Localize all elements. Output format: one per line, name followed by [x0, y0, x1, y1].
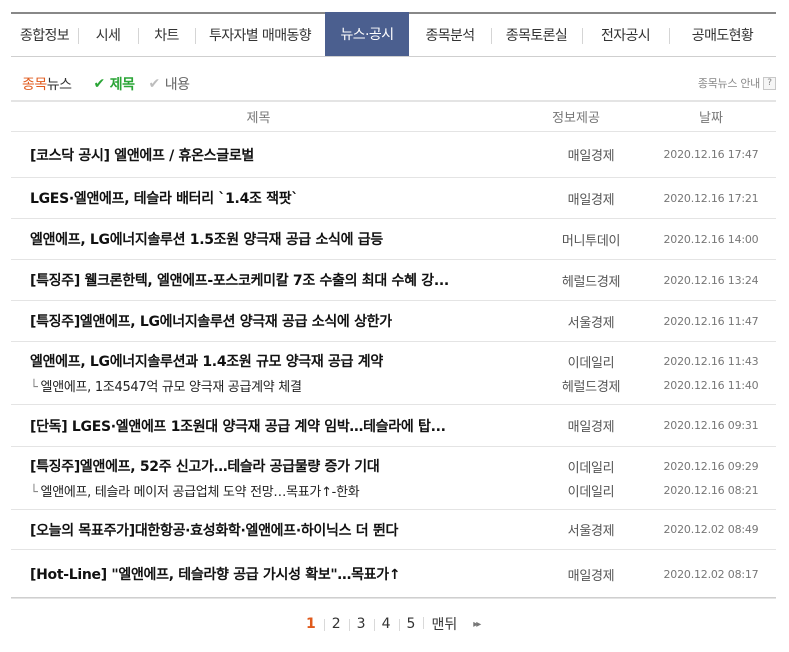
page-links: 1 2 3 4 5 맨뒤 ▸▸ [298, 614, 487, 634]
related-news-row: └ 엘앤에프, 테슬라 메이저 공급업체 도약 전망…목표가↑-한화 이데일리 202… [11, 478, 776, 502]
news-item-group: [특징주]엘앤에프, 52주 신고가…테슬라 공급물량 증가 기대 이데일리 202… [11, 447, 776, 510]
section-title: 종목뉴스 [22, 77, 72, 93]
news-date: 2020.12.16 08:21 [663, 483, 759, 497]
news-source: 이데일리 [567, 484, 615, 500]
news-item-group: [Hot-Line] "엘앤에프, 테슬라향 공급 가시성 확보"…목표가↑ 매일… [11, 550, 776, 599]
tab-6[interactable]: 종목토론실 [491, 14, 582, 56]
news-source: 헤럴드경제 [561, 379, 621, 395]
news-item-group: [오늘의 목표주가]대한항공·효성화학·엘앤에프·하이닉스 더 뛴다 서울경제 20… [11, 510, 776, 550]
tab-7[interactable]: 전자공시 [582, 14, 669, 56]
news-item-group: 엘앤에프, LG에너지솔루션과 1.4조원 규모 양극재 공급 계약 이데일리 20… [11, 342, 776, 405]
news-source: 이데일리 [567, 460, 615, 476]
news-item-group: [코스닥 공시] 엘앤에프 / 휴온스글로벌 매일경제 2020.12.16 17:… [11, 132, 776, 178]
news-date: 2020.12.16 09:31 [663, 419, 759, 432]
tab-0[interactable]: 종합정보 [11, 14, 78, 56]
news-date: 2020.12.16 09:29 [663, 459, 759, 473]
news-source: 머니투데이 [561, 233, 621, 249]
table-row: LGES·엘앤에프, 테슬라 배터리 `1.4조 잭팟` 매일경제 2020.12.… [11, 186, 776, 210]
header-source: 정보제공 [552, 111, 600, 126]
news-title-link[interactable]: └ 엘앤에프, 테슬라 메이저 공급업체 도약 전망…목표가↑-한화 [11, 481, 506, 500]
table-row: [특징주]엘앤에프, LG에너지솔루션 양극재 공급 소식에 상한가 서울경제 20… [11, 309, 776, 333]
news-source: 서울경제 [567, 315, 615, 331]
filter-option-title[interactable]: ✔ 제목 [94, 74, 135, 94]
table-body: [코스닥 공시] 엘앤에프 / 휴온스글로벌 매일경제 2020.12.16 17:… [11, 132, 776, 599]
news-title-link[interactable]: 엘앤에프, LG에너지솔루션 1.5조원 양극재 공급 소식에 급등 [11, 229, 506, 249]
table-row: 엘앤에프, LG에너지솔루션 1.5조원 양극재 공급 소식에 급등 머니투데이 2… [11, 227, 776, 251]
news-title-link[interactable]: [코스닥 공시] 엘앤에프 / 휴온스글로벌 [11, 145, 506, 165]
page-link-1[interactable]: 1 [298, 616, 324, 632]
filter-option-content[interactable]: ✔ 내용 [149, 74, 190, 94]
news-date: 2020.12.16 14:00 [663, 232, 759, 246]
pagination: 1 2 3 4 5 맨뒤 ▸▸ [11, 597, 776, 652]
news-title-link[interactable]: [Hot-Line] "엘앤에프, 테슬라향 공급 가시성 확보"…목표가↑ [11, 564, 506, 584]
last-page-link[interactable]: 맨뒤 [423, 614, 465, 634]
table-row: [Hot-Line] "엘앤에프, 테슬라향 공급 가시성 확보"…목표가↑ 매일… [11, 562, 776, 586]
page-link-2[interactable]: 2 [323, 616, 349, 632]
news-date: 2020.12.02 08:17 [663, 567, 759, 581]
news-date: 2020.12.02 08:49 [663, 523, 759, 536]
news-title-link[interactable]: [특징주] 웰크론한텍, 엘앤에프-포스코케미칼 7조 수출의 최대 수혜 강.… [11, 270, 506, 290]
header-title: 제목 [246, 111, 271, 126]
news-item-group: LGES·엘앤에프, 테슬라 배터리 `1.4조 잭팟` 매일경제 2020.12.… [11, 178, 776, 219]
tab-bar: 종합정보 시세 차트 투자자별 매매동향 뉴스·공시 종목분석 종목토론실 전자공시 공매도현황 [11, 12, 776, 57]
tree-branch-icon: └ [30, 379, 38, 395]
header-date: 날짜 [699, 111, 723, 126]
page-link-4[interactable]: 4 [373, 616, 399, 632]
news-title-link[interactable]: [특징주]엘앤에프, 52주 신고가…테슬라 공급물량 증가 기대 [11, 456, 506, 476]
table-row: [코스닥 공시] 엘앤에프 / 휴온스글로벌 매일경제 2020.12.16 17:… [11, 143, 776, 167]
news-title-link[interactable]: └ 엘앤에프, 1조4547억 규모 양극재 공급계약 체결 [11, 376, 506, 395]
news-title-link[interactable]: [오늘의 목표주가]대한항공·효성화학·엘앤에프·하이닉스 더 뛴다 [11, 520, 506, 540]
news-date: 2020.12.16 11:47 [663, 314, 759, 328]
news-date: 2020.12.16 13:24 [663, 273, 759, 287]
table-row: [단독] LGES·엘앤에프 1조원대 양극재 공급 계약 임박…테슬라에 탑.… [11, 414, 776, 438]
tab-3[interactable]: 투자자별 매매동향 [195, 14, 325, 56]
double-chevron-right-icon[interactable]: ▸▸ [465, 619, 487, 630]
news-source: 매일경제 [567, 149, 615, 164]
table-row: [특징주]엘앤에프, 52주 신고가…테슬라 공급물량 증가 기대 이데일리 202… [11, 454, 776, 478]
news-item-group: [특징주] 웰크론한텍, 엘앤에프-포스코케미칼 7조 수출의 최대 수혜 강.… [11, 260, 776, 301]
news-date: 2020.12.16 17:21 [663, 191, 759, 205]
table-row: [특징주] 웰크론한텍, 엘앤에프-포스코케미칼 7조 수출의 최대 수혜 강.… [11, 268, 776, 292]
tab-2[interactable]: 차트 [138, 14, 195, 56]
news-source: 서울경제 [567, 524, 615, 539]
table-row: [오늘의 목표주가]대한항공·효성화학·엘앤에프·하이닉스 더 뛴다 서울경제 20… [11, 518, 776, 542]
help-icon: ? [763, 76, 776, 90]
news-title-link[interactable]: LGES·엘앤에프, 테슬라 배터리 `1.4조 잭팟` [11, 188, 506, 208]
news-guide-link[interactable]: 종목뉴스 안내? [698, 75, 776, 91]
news-date: 2020.12.16 17:47 [663, 148, 759, 161]
news-source: 이데일리 [567, 355, 615, 371]
news-title-link[interactable]: [단독] LGES·엘앤에프 1조원대 양극재 공급 계약 임박…테슬라에 탑.… [11, 416, 506, 436]
tab-5[interactable]: 종목분석 [409, 14, 491, 56]
news-table: 제목 정보제공 날짜 [코스닥 공시] 엘앤에프 / 휴온스글로벌 매일경제 202… [11, 100, 776, 599]
page-link-3[interactable]: 3 [348, 616, 374, 632]
check-icon: ✔ [148, 76, 161, 92]
news-item-group: [단독] LGES·엘앤에프 1조원대 양극재 공급 계약 임박…테슬라에 탑.… [11, 405, 776, 447]
news-title-link[interactable]: 엘앤에프, LG에너지솔루션과 1.4조원 규모 양극재 공급 계약 [11, 351, 506, 371]
news-source: 매일경제 [567, 568, 615, 584]
news-item-group: [특징주]엘앤에프, LG에너지솔루션 양극재 공급 소식에 상한가 서울경제 20… [11, 301, 776, 342]
tab-8[interactable]: 공매도현황 [669, 14, 776, 56]
news-source: 헤럴드경제 [561, 274, 621, 290]
news-source: 매일경제 [567, 420, 615, 435]
related-news-row: └ 엘앤에프, 1조4547억 규모 양극재 공급계약 체결 헤럴드경제 2020.1… [11, 373, 776, 397]
tab-4[interactable]: 뉴스·공시 [325, 12, 409, 56]
news-date: 2020.12.16 11:43 [663, 354, 759, 368]
news-item-group: 엘앤에프, LG에너지솔루션 1.5조원 양극재 공급 소식에 급등 머니투데이 2… [11, 219, 776, 260]
table-header: 제목 정보제공 날짜 [11, 100, 776, 132]
tab-1[interactable]: 시세 [78, 14, 138, 56]
tree-branch-icon: └ [30, 484, 38, 500]
check-icon: ✔ [93, 76, 106, 92]
news-title-link[interactable]: [특징주]엘앤에프, LG에너지솔루션 양극재 공급 소식에 상한가 [11, 311, 506, 331]
news-date: 2020.12.16 11:40 [663, 378, 759, 392]
page-link-5[interactable]: 5 [398, 616, 424, 632]
table-row: 엘앤에프, LG에너지솔루션과 1.4조원 규모 양극재 공급 계약 이데일리 20… [11, 349, 776, 373]
news-source: 매일경제 [567, 192, 615, 208]
news-filter-row: 종목뉴스 ✔ 제목 ✔ 내용 종목뉴스 안내? [22, 73, 776, 95]
